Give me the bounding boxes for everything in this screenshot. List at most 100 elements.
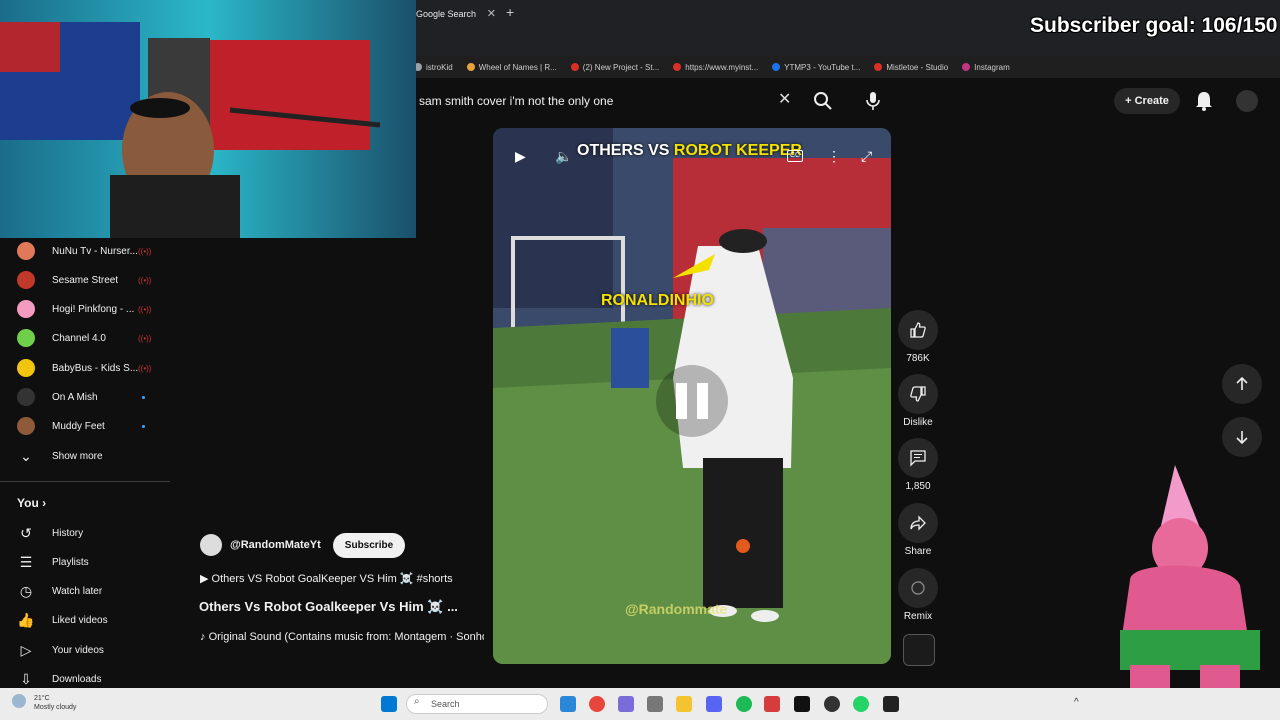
channel-avatar-icon xyxy=(17,417,35,435)
live-indicator-icon: ((•)) xyxy=(138,333,152,343)
bookmark-item[interactable]: Instagram xyxy=(962,63,1010,72)
sidebar-item-liked-videos[interactable]: 👍 Liked videos xyxy=(0,606,170,634)
tray-chevron-icon[interactable]: ^ xyxy=(1074,697,1079,708)
sidebar-subscription-item[interactable]: BabyBus - Kids S... ((•)) xyxy=(0,354,170,382)
taskbar-search[interactable]: Search xyxy=(406,694,548,714)
sidebar-subscription-item[interactable]: NuNu Tv - Nurser... ((•)) xyxy=(0,237,170,265)
sidebar-item-your-videos[interactable]: ▷ Your videos xyxy=(0,636,170,664)
sidebar-item-watch-later[interactable]: ◷ Watch later xyxy=(0,577,170,605)
playlist-title: Others VS Robot GoalKeeper VS Him ☠️ #sh… xyxy=(211,573,453,585)
text-app-icon[interactable] xyxy=(764,696,780,712)
spotify-icon[interactable] xyxy=(736,696,752,712)
bookmark-favicon-icon xyxy=(466,63,475,71)
sidebar-item-history[interactable]: ↺ History xyxy=(0,519,170,547)
bookmark-label: (2) New Project - St... xyxy=(582,62,660,72)
whatsapp-icon[interactable] xyxy=(853,696,869,712)
file-explorer-icon[interactable] xyxy=(676,696,692,712)
next-short-arrow-icon[interactable] xyxy=(1222,417,1262,457)
search-icon[interactable] xyxy=(812,90,834,112)
you-section-header[interactable]: You › xyxy=(17,496,46,510)
bookmark-item[interactable]: Wheel of Names | R... xyxy=(466,63,557,72)
app-icon[interactable] xyxy=(883,696,899,712)
microphone-icon[interactable] xyxy=(862,89,884,113)
share-button[interactable]: Share xyxy=(898,503,938,557)
original-sound-link[interactable]: ♪ Original Sound (Contains music from: M… xyxy=(200,631,484,643)
bookmark-label: Instagram xyxy=(974,62,1010,72)
bookmark-item[interactable]: Mistletoe - Studio xyxy=(874,63,948,72)
browser-tab[interactable]: Google Search ✕ xyxy=(410,4,500,26)
bookmark-label: Mistletoe - Studio xyxy=(886,62,949,72)
sidebar-item-label: Your videos xyxy=(52,644,104,656)
sidebar-subscription-item[interactable]: Hogi! Pinkfong - ... ((•)) xyxy=(0,295,170,323)
video-overlay-title: OTHERS VS ROBOT KEEPER xyxy=(577,142,802,160)
sidebar-item-playlists[interactable]: ☰ Playlists xyxy=(0,548,170,576)
account-avatar[interactable] xyxy=(1236,90,1258,112)
subscription-label: NuNu Tv - Nurser... xyxy=(52,245,138,257)
live-indicator-icon: ((•)) xyxy=(138,363,152,373)
playlists-icon: ☰ xyxy=(19,554,33,570)
video-title[interactable]: Others Vs Robot Goalkeeper Vs Him ☠️ ... xyxy=(199,599,458,615)
shorts-video-player[interactable]: ▶ 🔈 OTHERS VS ROBOT KEEPER CC ⋮ ⤢ RONALD… xyxy=(493,128,891,664)
bookmark-item[interactable]: YTMP3 - YouTube t... xyxy=(772,63,860,72)
bookmark-favicon-icon xyxy=(874,63,883,71)
close-tab-icon[interactable]: ✕ xyxy=(487,4,496,24)
subscriber-goal-overlay: Subscriber goal: 106/150 xyxy=(1030,14,1278,37)
remix-button[interactable]: Remix xyxy=(898,568,938,622)
weather-icon[interactable] xyxy=(12,694,26,708)
chrome-icon[interactable] xyxy=(589,696,605,712)
like-button[interactable]: 786K xyxy=(898,310,938,364)
pause-icon[interactable] xyxy=(655,364,729,438)
bookmark-item[interactable]: https://www.myinst... xyxy=(673,63,758,72)
clear-search-icon[interactable]: ✕ xyxy=(778,89,791,109)
downloads-icon: ⇩ xyxy=(20,671,32,687)
dislike-button[interactable]: Dislike xyxy=(898,374,938,428)
channel-name[interactable]: @RandomMateYt xyxy=(230,539,321,551)
channel-avatar-icon xyxy=(17,242,35,260)
notifications-bell-icon[interactable] xyxy=(1194,90,1214,112)
create-button[interactable]: + Create xyxy=(1114,88,1180,114)
weather-widget[interactable]: 21°C Mostly cloudy xyxy=(34,694,76,712)
screen: Google Search ✕ + ▭ ⌕ ☆ ⇩ S ⋮ istroKidWh… xyxy=(0,0,1280,720)
costumed-person-overlay xyxy=(1100,460,1280,690)
live-indicator-icon: ((•)) xyxy=(138,246,152,256)
sidebar-subscription-item[interactable]: Channel 4.0 ((•)) xyxy=(0,324,170,352)
play-icon[interactable]: ▶ xyxy=(515,148,526,165)
sidebar-subscription-item[interactable]: Sesame Street ((•)) xyxy=(0,266,170,294)
live-indicator-icon: ((•)) xyxy=(138,275,152,285)
taskbar-search-placeholder: Search xyxy=(431,699,460,709)
volume-icon[interactable]: 🔈 xyxy=(555,148,572,165)
your-videos-icon: ▷ xyxy=(20,642,32,658)
channel-avatar[interactable] xyxy=(200,534,222,556)
bookmark-favicon-icon xyxy=(673,63,682,71)
sound-title: Original Sound (Contains music from: Mon… xyxy=(208,631,484,643)
sidebar-item-label: Playlists xyxy=(52,556,89,568)
original-sound-thumbnail[interactable] xyxy=(903,634,935,666)
sidebar-subscription-item[interactable]: Muddy Feet xyxy=(0,412,170,440)
discord-icon[interactable] xyxy=(706,696,722,712)
sidebar: NuNu Tv - Nurser... ((•)) Sesame Street ((•… xyxy=(0,240,170,700)
tiktok-icon[interactable] xyxy=(794,696,810,712)
obs-icon[interactable] xyxy=(824,696,840,712)
search-input[interactable]: sam smith cover i'm not the only one xyxy=(412,86,804,116)
comments-button[interactable]: 1,850 xyxy=(898,438,938,492)
fullscreen-icon[interactable]: ⤢ xyxy=(861,148,872,165)
bookmark-item[interactable]: istroKid xyxy=(414,63,453,72)
more-options-icon[interactable]: ⋮ xyxy=(827,148,841,165)
settings-icon[interactable] xyxy=(647,696,663,712)
subscription-label: Muddy Feet xyxy=(52,420,105,432)
like-count: 786K xyxy=(906,353,930,364)
subscribe-button[interactable]: Subscribe xyxy=(332,532,406,558)
bookmark-item[interactable]: (2) New Project - St... xyxy=(570,62,660,72)
edge-icon[interactable] xyxy=(560,696,576,712)
playlist-link[interactable]: ▶ Others VS Robot GoalKeeper VS Him ☠️ #… xyxy=(200,572,453,585)
new-tab-icon[interactable]: + xyxy=(506,4,514,20)
thumbs-down-icon xyxy=(898,374,938,414)
previous-short-arrow-icon[interactable] xyxy=(1222,364,1262,404)
comment-count: 1,850 xyxy=(905,481,931,492)
remix-label: Remix xyxy=(903,611,933,622)
windows-start-icon[interactable] xyxy=(381,696,397,712)
copilot-icon[interactable] xyxy=(618,696,634,712)
show-more-button[interactable]: ⌄ Show more xyxy=(0,442,170,470)
captions-icon[interactable]: CC xyxy=(787,150,803,162)
sidebar-subscription-item[interactable]: On A Mish xyxy=(0,383,170,411)
